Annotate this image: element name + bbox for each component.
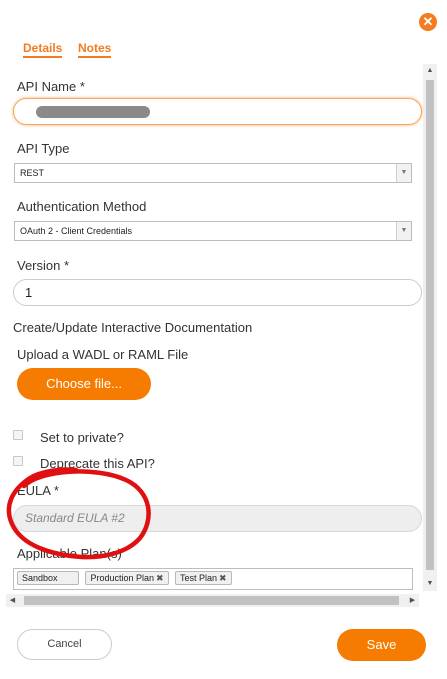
scroll-down-icon[interactable]: ▼	[423, 577, 437, 591]
edit-api-dialog: ✕ Details Notes API Name * API Type REST…	[0, 0, 447, 679]
close-icon[interactable]: ✕	[419, 13, 437, 31]
plans-tag-input[interactable]: Sandbox Production Plan ✖ Test Plan ✖	[13, 568, 413, 590]
api-type-select[interactable]: REST ▼	[14, 163, 412, 183]
deprecate-checkbox[interactable]	[13, 456, 23, 466]
tab-notes[interactable]: Notes	[78, 41, 112, 58]
save-button[interactable]: Save	[337, 629, 426, 661]
scroll-up-icon[interactable]: ▲	[423, 64, 437, 78]
chevron-down-icon: ▼	[396, 164, 411, 182]
version-label: Version *	[17, 258, 70, 273]
chevron-down-icon: ▼	[396, 222, 411, 240]
auth-method-value: OAuth 2 - Client Credentials	[20, 226, 133, 236]
vertical-scrollbar[interactable]: ▲ ▼	[423, 64, 437, 591]
remove-chip-icon[interactable]: ✖	[219, 573, 227, 583]
auth-method-select[interactable]: OAuth 2 - Client Credentials ▼	[14, 221, 412, 241]
choose-file-button[interactable]: Choose file...	[17, 368, 151, 400]
eula-field[interactable]: Standard EULA #2	[13, 505, 422, 532]
plan-chip-test: Test Plan ✖	[175, 571, 232, 585]
private-label: Set to private?	[40, 430, 124, 445]
plan-chip-production: Production Plan ✖	[85, 571, 169, 585]
horizontal-scroll-thumb[interactable]	[24, 596, 399, 605]
scroll-left-icon[interactable]: ◀	[6, 594, 19, 607]
cancel-button[interactable]: Cancel	[17, 629, 112, 660]
private-checkbox[interactable]	[13, 430, 23, 440]
plan-chip-sandbox: Sandbox	[17, 571, 79, 585]
scroll-right-icon[interactable]: ▶	[406, 594, 419, 607]
upload-label: Upload a WADL or RAML File	[17, 347, 189, 362]
tab-details[interactable]: Details	[23, 41, 63, 58]
eula-label: EULA *	[17, 483, 59, 498]
api-name-input[interactable]	[13, 98, 422, 125]
remove-chip-icon[interactable]: ✖	[156, 573, 164, 583]
version-input[interactable]: 1	[13, 279, 422, 306]
vertical-scroll-thumb[interactable]	[426, 80, 434, 570]
redacted-value	[36, 106, 150, 118]
api-name-label: API Name *	[17, 79, 85, 94]
interactive-docs-label: Create/Update Interactive Documentation	[13, 320, 253, 335]
api-type-value: REST	[20, 168, 45, 178]
form-scroll-area: API Name * API Type REST ▼ Authenticatio…	[0, 64, 423, 610]
deprecate-label: Deprecate this API?	[40, 456, 155, 471]
horizontal-scrollbar[interactable]: ◀ ▶	[6, 594, 419, 607]
plans-label: Applicable Plan(s)	[17, 546, 122, 561]
auth-method-label: Authentication Method	[17, 199, 147, 214]
api-type-label: API Type	[17, 141, 70, 156]
